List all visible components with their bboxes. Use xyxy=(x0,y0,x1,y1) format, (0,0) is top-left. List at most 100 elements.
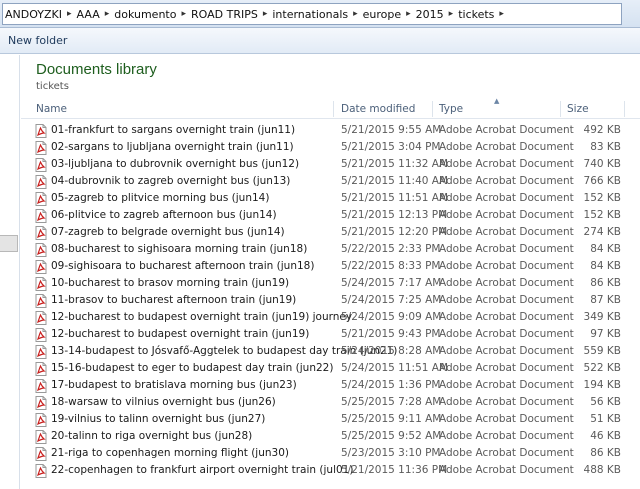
file-name[interactable]: 20-talinn to riga overnight bus (jun28) xyxy=(51,430,252,442)
table-row[interactable]: 04-dubrovnik to zagreb overnight bus (ju… xyxy=(21,173,640,190)
file-name[interactable]: 19-vilnius to talinn overnight bus (jun2… xyxy=(51,413,265,425)
table-row[interactable]: 17-budapest to bratislava morning bus (j… xyxy=(21,377,640,394)
file-size: 152 KB xyxy=(583,192,621,204)
file-name[interactable]: 09-sighisoara to bucharest afternoon tra… xyxy=(51,260,314,272)
chevron-right-icon[interactable]: ▸ xyxy=(181,9,186,19)
chevron-right-icon[interactable]: ▸ xyxy=(105,9,110,19)
pdf-file-icon xyxy=(35,226,47,240)
file-size: 84 KB xyxy=(590,260,621,272)
pdf-file-icon xyxy=(35,464,47,478)
breadcrumb-item[interactable]: dokumento xyxy=(114,8,176,21)
breadcrumb-item[interactable]: tickets xyxy=(458,8,494,21)
column-header-size[interactable]: Size xyxy=(567,103,589,119)
file-name[interactable]: 11-brasov to bucharest afternoon train (… xyxy=(51,294,296,306)
file-size: 488 KB xyxy=(583,464,621,476)
table-row[interactable]: 02-sargans to ljubljana overnight train … xyxy=(21,139,640,156)
file-name[interactable]: 15-16-budapest to eger to budapest day t… xyxy=(51,362,333,374)
file-date-modified: 5/22/2015 8:33 PM xyxy=(341,260,441,272)
breadcrumb-item[interactable]: AAA xyxy=(77,8,100,21)
file-date-modified: 5/21/2015 9:55 AM xyxy=(341,124,442,136)
table-row[interactable]: 19-vilnius to talinn overnight bus (jun2… xyxy=(21,411,640,428)
navigation-pane-scrollbar[interactable] xyxy=(0,235,18,252)
column-divider[interactable] xyxy=(624,101,625,117)
table-row[interactable]: 11-brasov to bucharest afternoon train (… xyxy=(21,292,640,309)
file-date-modified: 5/24/2015 1:36 PM xyxy=(341,379,441,391)
file-name[interactable]: 02-sargans to ljubljana overnight train … xyxy=(51,141,294,153)
table-row[interactable]: 13-14-budapest to Jósvafő-Aggtelek to bu… xyxy=(21,343,640,360)
breadcrumb-item[interactable]: europe xyxy=(363,8,402,21)
file-date-modified: 5/24/2015 7:25 AM xyxy=(341,294,442,306)
column-header-name[interactable]: Name xyxy=(36,103,67,119)
table-row[interactable]: 20-talinn to riga overnight bus (jun28) 5… xyxy=(21,428,640,445)
file-name[interactable]: 12-bucharest to budapest overnight train… xyxy=(51,311,352,323)
chevron-right-icon[interactable]: ▸ xyxy=(67,9,72,19)
table-row[interactable]: 08-bucharest to sighisoara morning train… xyxy=(21,241,640,258)
chevron-right-icon[interactable]: ▸ xyxy=(499,9,504,19)
file-size: 83 KB xyxy=(590,141,621,153)
file-size: 559 KB xyxy=(583,345,621,357)
new-folder-button[interactable]: New folder xyxy=(8,34,67,47)
pdf-file-icon xyxy=(35,447,47,461)
pdf-file-icon xyxy=(35,260,47,274)
file-date-modified: 5/24/2015 8:28 AM xyxy=(341,345,442,357)
pdf-file-icon xyxy=(35,396,47,410)
column-divider[interactable] xyxy=(432,101,433,117)
breadcrumb[interactable]: ANDOYZKI ▸ AAA ▸ dokumento ▸ ROAD TRIPS ▸ intern… xyxy=(2,3,622,25)
table-row[interactable]: 05-zagreb to plitvice morning bus (jun14… xyxy=(21,190,640,207)
file-list-pane: Documents library tickets ▲ Name Date mo… xyxy=(21,55,640,489)
table-row[interactable]: 07-zagreb to belgrade overnight bus (jun… xyxy=(21,224,640,241)
table-row[interactable]: 10-bucharest to brasov morning train (ju… xyxy=(21,275,640,292)
breadcrumb-item[interactable]: internationals xyxy=(272,8,348,21)
table-row[interactable]: 01-frankfurt to sargans overnight train … xyxy=(21,122,640,139)
breadcrumb-item[interactable]: 2015 xyxy=(416,8,444,21)
pdf-file-icon xyxy=(35,430,47,444)
file-date-modified: 5/21/2015 11:32 AM xyxy=(341,158,449,170)
file-date-modified: 5/24/2015 9:09 AM xyxy=(341,311,442,323)
table-row[interactable]: 22-copenhagen to frankfurt airport overn… xyxy=(21,462,640,479)
pdf-file-icon xyxy=(35,311,47,325)
file-date-modified: 5/25/2015 7:28 AM xyxy=(341,396,442,408)
chevron-right-icon[interactable]: ▸ xyxy=(406,9,411,19)
file-name[interactable]: 04-dubrovnik to zagreb overnight bus (ju… xyxy=(51,175,290,187)
column-header-type[interactable]: Type xyxy=(439,103,463,119)
table-row[interactable]: 06-plitvice to zagreb afternoon bus (jun… xyxy=(21,207,640,224)
file-size: 349 KB xyxy=(583,311,621,323)
breadcrumb-item[interactable]: ROAD TRIPS xyxy=(191,8,258,21)
file-date-modified: 5/21/2015 3:04 PM xyxy=(341,141,441,153)
pdf-file-icon xyxy=(35,294,47,308)
column-divider[interactable] xyxy=(560,101,561,117)
file-size: 194 KB xyxy=(583,379,621,391)
file-name[interactable]: 08-bucharest to sighisoara morning train… xyxy=(51,243,307,255)
chevron-right-icon[interactable]: ▸ xyxy=(449,9,454,19)
file-name[interactable]: 22-copenhagen to frankfurt airport overn… xyxy=(51,464,353,476)
file-name[interactable]: 05-zagreb to plitvice morning bus (jun14… xyxy=(51,192,269,204)
file-size: 51 KB xyxy=(590,413,621,425)
chevron-right-icon[interactable]: ▸ xyxy=(263,9,268,19)
file-name[interactable]: 12-bucharest to budapest overnight train… xyxy=(51,328,309,340)
pdf-file-icon xyxy=(35,124,47,138)
table-row[interactable]: 15-16-budapest to eger to budapest day t… xyxy=(21,360,640,377)
file-name[interactable]: 17-budapest to bratislava morning bus (j… xyxy=(51,379,297,391)
file-name[interactable]: 01-frankfurt to sargans overnight train … xyxy=(51,124,295,136)
table-row[interactable]: 09-sighisoara to bucharest afternoon tra… xyxy=(21,258,640,275)
column-divider[interactable] xyxy=(333,101,334,117)
file-name[interactable]: 18-warsaw to vilnius overnight bus (jun2… xyxy=(51,396,276,408)
table-row[interactable]: 21-riga to copenhagen morning flight (ju… xyxy=(21,445,640,462)
file-date-modified: 5/25/2015 9:52 AM xyxy=(341,430,442,442)
file-name[interactable]: 21-riga to copenhagen morning flight (ju… xyxy=(51,447,289,459)
file-name[interactable]: 10-bucharest to brasov morning train (ju… xyxy=(51,277,289,289)
table-row[interactable]: 18-warsaw to vilnius overnight bus (jun2… xyxy=(21,394,640,411)
table-row[interactable]: 12-bucharest to budapest overnight train… xyxy=(21,326,640,343)
file-name[interactable]: 07-zagreb to belgrade overnight bus (jun… xyxy=(51,226,285,238)
file-name[interactable]: 06-plitvice to zagreb afternoon bus (jun… xyxy=(51,209,277,221)
column-header-date[interactable]: Date modified xyxy=(341,103,415,119)
pdf-file-icon xyxy=(35,141,47,155)
chevron-right-icon[interactable]: ▸ xyxy=(353,9,358,19)
file-size: 740 KB xyxy=(583,158,621,170)
table-row[interactable]: 03-ljubljana to dubrovnik overnight bus … xyxy=(21,156,640,173)
file-name[interactable]: 03-ljubljana to dubrovnik overnight bus … xyxy=(51,158,299,170)
breadcrumb-item[interactable]: ANDOYZKI xyxy=(5,8,62,21)
navigation-pane xyxy=(0,55,20,489)
table-row[interactable]: 12-bucharest to budapest overnight train… xyxy=(21,309,640,326)
file-size: 766 KB xyxy=(583,175,621,187)
